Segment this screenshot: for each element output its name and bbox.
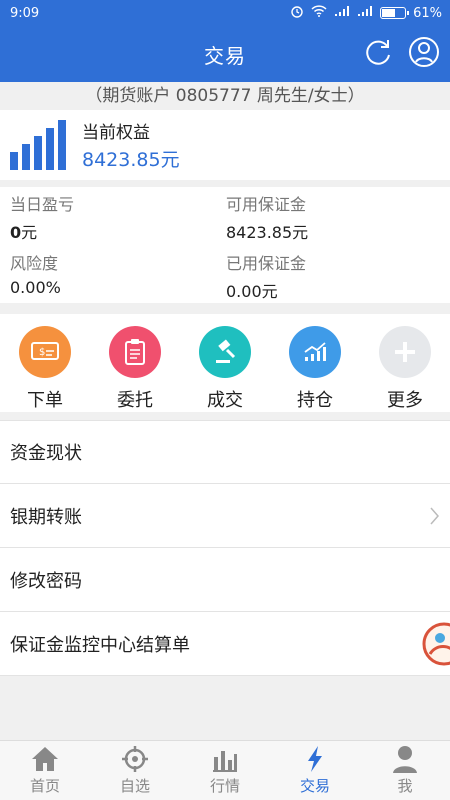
- header-actions: [362, 36, 440, 68]
- bar-chart-icon: [10, 120, 66, 170]
- used-margin: 已用保证金 0.00元: [226, 250, 441, 302]
- person-icon: [393, 746, 417, 773]
- wifi-icon: [311, 5, 327, 21]
- profile-button[interactable]: [408, 36, 440, 68]
- equity-label: 当前权益: [82, 123, 150, 143]
- refresh-icon: [366, 40, 390, 65]
- header: 交易: [0, 26, 450, 82]
- menu-item-margin-statement[interactable]: 保证金监控中心结算单: [0, 612, 450, 676]
- refresh-button[interactable]: [362, 36, 394, 68]
- signal-icon-2: [357, 5, 373, 21]
- menu-item-label: 保证金监控中心结算单: [10, 634, 190, 656]
- quick-actions: $ 下单 委托 成交 持仓 更多: [0, 314, 450, 412]
- order-icon: $: [19, 326, 71, 378]
- status-bar: 9:09 61%: [0, 0, 450, 26]
- menu-item-bank-transfer[interactable]: 银期转账: [0, 484, 450, 548]
- user-icon: [409, 37, 439, 67]
- account-stats: 当日盈亏 0元 可用保证金 8423.85元 风险度 0.00% 已用保证金 0…: [0, 187, 450, 303]
- daily-pnl-label: 当日盈亏: [10, 195, 75, 214]
- menu-list: 资金现状 银期转账 修改密码 保证金监控中心结算单: [0, 420, 450, 676]
- status-icons: 61%: [290, 4, 442, 22]
- daily-pnl-value: 0元: [10, 223, 38, 242]
- gavel-icon: [199, 326, 251, 378]
- nav-watchlist-label: 自选: [119, 777, 150, 795]
- action-entrust[interactable]: 委托: [90, 314, 180, 412]
- action-order[interactable]: $ 下单: [0, 314, 90, 412]
- top-bar: 9:09 61% 交易: [0, 0, 450, 82]
- status-time: 9:09: [10, 5, 40, 21]
- nav-watchlist[interactable]: 自选: [90, 741, 180, 800]
- nav-me-label: 我: [397, 777, 413, 795]
- action-deal[interactable]: 成交: [180, 314, 270, 412]
- nav-me[interactable]: 我: [360, 741, 450, 800]
- chevron-right-icon: [430, 507, 439, 525]
- action-position[interactable]: 持仓: [270, 314, 360, 412]
- lightning-icon: [308, 746, 322, 772]
- svg-text:$: $: [39, 347, 45, 358]
- action-position-label: 持仓: [297, 390, 333, 411]
- menu-item-label: 修改密码: [10, 570, 82, 592]
- menu-item-label: 银期转账: [10, 506, 82, 528]
- available-margin-label: 可用保证金: [226, 195, 307, 214]
- plus-icon: [379, 326, 431, 378]
- action-deal-label: 成交: [207, 390, 243, 411]
- available-margin-value: 8423.85元: [226, 223, 309, 242]
- action-more[interactable]: 更多: [360, 314, 450, 412]
- signal-icon: [334, 5, 350, 21]
- equity-value: 8423.85元: [82, 149, 180, 171]
- bottom-nav: 首页 自选 行情 交易 我: [0, 740, 450, 800]
- nav-trade-label: 交易: [299, 777, 330, 795]
- battery-percent: 61%: [413, 5, 442, 21]
- battery-icon: [380, 7, 410, 19]
- action-entrust-label: 委托: [117, 390, 153, 411]
- home-icon: [32, 747, 58, 771]
- menu-item-fund-status[interactable]: 资金现状: [0, 420, 450, 484]
- menu-item-change-password[interactable]: 修改密码: [0, 548, 450, 612]
- page-title: 交易: [204, 43, 246, 68]
- risk-level: 风险度 0.00%: [10, 250, 225, 297]
- target-icon: [122, 746, 148, 772]
- chart-icon: [213, 751, 237, 772]
- action-order-label: 下单: [27, 390, 63, 411]
- menu-item-label: 资金现状: [10, 443, 82, 464]
- used-margin-label: 已用保证金: [226, 254, 307, 273]
- account-info: （期货账户 0805777 周先生/女士）: [0, 82, 450, 110]
- risk-level-value: 0.00%: [10, 278, 61, 297]
- floating-assistant-icon[interactable]: [416, 616, 450, 672]
- available-margin: 可用保证金 8423.85元: [226, 191, 441, 243]
- trend-chart-icon: [289, 326, 341, 378]
- used-margin-value: 0.00元: [226, 282, 278, 301]
- nav-market-label: 行情: [209, 777, 240, 795]
- clipboard-icon: [109, 326, 161, 378]
- action-more-label: 更多: [387, 390, 423, 411]
- nav-home[interactable]: 首页: [0, 741, 90, 800]
- nav-market[interactable]: 行情: [180, 741, 270, 800]
- alarm-icon: [290, 4, 304, 22]
- nav-trade[interactable]: 交易: [270, 741, 360, 800]
- equity-card: 当前权益 8423.85元: [0, 110, 450, 180]
- nav-home-label: 首页: [29, 777, 60, 795]
- daily-pnl: 当日盈亏 0元: [10, 191, 225, 243]
- risk-level-label: 风险度: [10, 254, 59, 273]
